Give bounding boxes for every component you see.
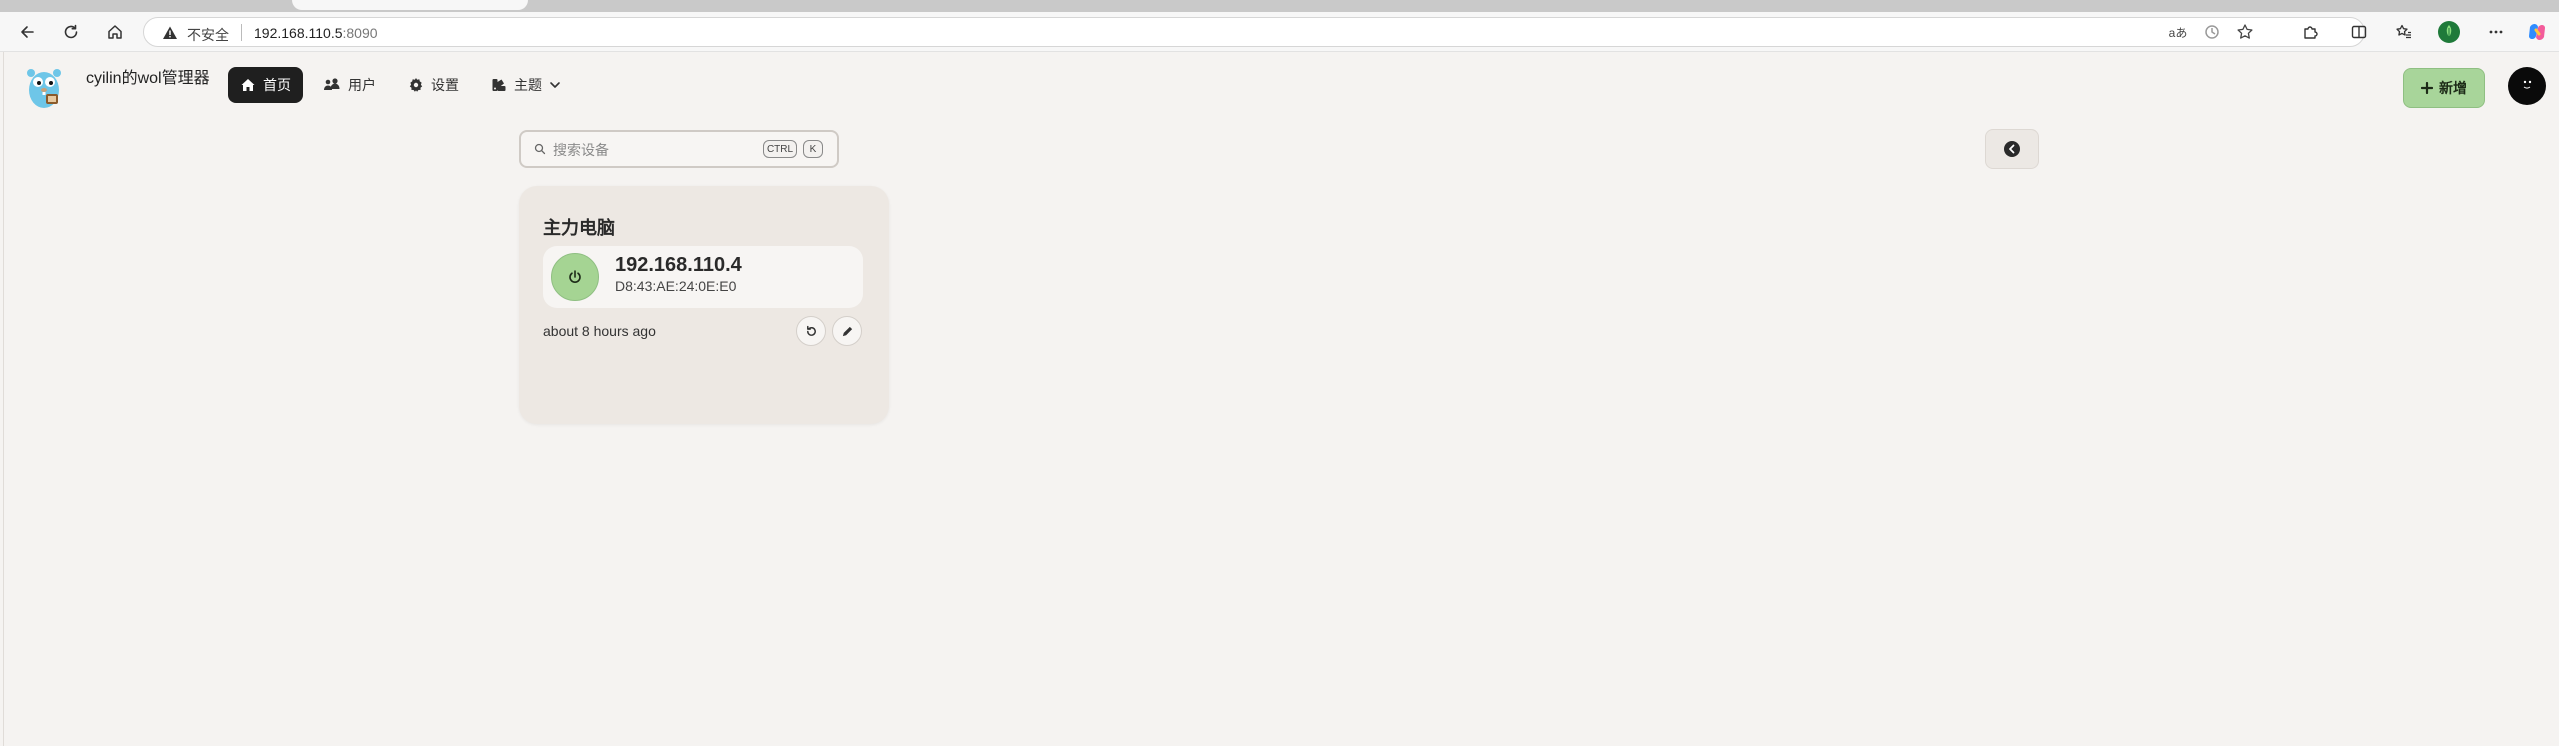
app-title: cyilin的wol管理器 (86, 70, 210, 87)
device-name: 主力电脑 (543, 218, 615, 238)
nav-item-theme[interactable]: 主题 (479, 67, 573, 103)
extensions-button[interactable] (2296, 18, 2324, 46)
security-label[interactable]: 不安全 (187, 25, 229, 45)
home-outline-icon (108, 25, 122, 39)
url-text[interactable]: 192.168.110.5:8090 (254, 25, 378, 41)
wake-power-button[interactable] (551, 253, 599, 301)
users-icon (324, 78, 340, 90)
refresh-icon (64, 24, 78, 39)
nav-item-users[interactable]: 用户 (311, 67, 388, 103)
undo-icon (806, 325, 816, 336)
refresh-status-button[interactable] (796, 316, 826, 346)
chevron-down-icon (550, 82, 560, 88)
search-icon (534, 143, 546, 155)
sync-icon (2205, 25, 2219, 39)
url-host: 192.168.110.5 (254, 25, 343, 41)
split-screen-icon (2351, 25, 2367, 39)
main-nav: 首页 用户 设置 主题 (228, 67, 573, 103)
translate-button[interactable] (2201, 21, 2223, 43)
star-icon (2237, 24, 2253, 39)
browser-tab-strip (0, 0, 2559, 12)
collapse-button[interactable] (1985, 129, 2039, 169)
nav-item-label: 主题 (514, 77, 542, 93)
pencil-icon (842, 326, 852, 336)
url-port: :8090 (342, 25, 378, 41)
shortcut-key-k: K (803, 140, 823, 158)
add-button-label: 新增 (2439, 80, 2467, 96)
device-info-panel: 192.168.110.4 D8:43:AE:24:0E:E0 (543, 246, 863, 308)
favorites-button[interactable] (2390, 18, 2418, 46)
split-screen-button[interactable] (2345, 18, 2373, 46)
nav-item-label: 用户 (348, 77, 376, 93)
edit-device-button[interactable] (832, 316, 862, 346)
device-ip: 192.168.110.4 (615, 254, 742, 276)
device-search[interactable]: CTRL K (519, 130, 839, 168)
gear-icon (409, 78, 423, 92)
plus-icon (2421, 82, 2433, 94)
favorite-star-button[interactable] (2234, 21, 2256, 43)
nav-item-settings[interactable]: 设置 (396, 67, 471, 103)
ellipsis-icon (2489, 30, 2503, 34)
page-left-border (3, 52, 4, 746)
nav-item-label: 首页 (263, 77, 291, 93)
home-icon (241, 79, 255, 91)
gopher-logo-icon (27, 69, 61, 108)
nav-item-home[interactable]: 首页 (228, 67, 303, 103)
read-aloud-label: aあ (2168, 25, 2188, 40)
palette-icon (492, 79, 506, 91)
nav-item-label: 设置 (431, 77, 459, 93)
puzzle-icon (2304, 26, 2318, 39)
address-bar[interactable]: 不安全 192.168.110.5:8090 aあ (143, 17, 2365, 47)
chevron-left-circle-icon (2004, 141, 2020, 157)
extension-leaf-button[interactable] (2435, 18, 2463, 46)
device-last-seen: about 8 hours ago (543, 323, 656, 339)
app-page: cyilin的wol管理器 首页 用户 设置 主题 新增 CTRL K (0, 52, 2559, 746)
device-card: 主力电脑 192.168.110.4 D8:43:AE:24:0E:E0 abo… (519, 186, 889, 424)
more-menu-button[interactable] (2482, 18, 2510, 46)
leaf-extension-icon (2438, 21, 2460, 43)
warning-icon (163, 26, 177, 39)
arrow-left-icon (21, 26, 34, 38)
search-input[interactable] (551, 139, 755, 161)
address-separator (241, 24, 242, 41)
refresh-button[interactable] (57, 18, 85, 46)
avatar[interactable] (2508, 67, 2546, 105)
home-button[interactable] (101, 18, 129, 46)
device-mac: D8:43:AE:24:0E:E0 (615, 278, 737, 294)
favorites-list-icon (2396, 24, 2411, 39)
copilot-button[interactable] (2523, 18, 2551, 46)
read-aloud-button[interactable]: aあ (2167, 21, 2189, 43)
power-icon (569, 270, 581, 283)
browser-tab-active[interactable] (292, 0, 528, 10)
avatar-face-icon (2523, 80, 2532, 89)
shortcut-key-ctrl: CTRL (763, 140, 797, 158)
back-button[interactable] (13, 18, 41, 46)
copilot-icon (2529, 24, 2545, 40)
add-device-button[interactable]: 新增 (2403, 68, 2485, 108)
browser-toolbar: 不安全 192.168.110.5:8090 aあ (0, 12, 2559, 52)
